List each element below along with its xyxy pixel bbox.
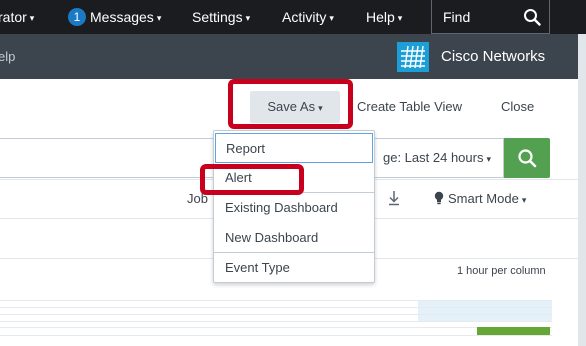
menu-item-report[interactable]: Report bbox=[215, 133, 373, 163]
timeline-event-bar[interactable] bbox=[477, 327, 550, 335]
search-icon[interactable] bbox=[523, 8, 541, 26]
download-icon[interactable] bbox=[387, 190, 401, 206]
search-mode-menu[interactable]: Smart Mode ▾ bbox=[434, 180, 526, 219]
time-range-label: ge: Last 24 hours bbox=[383, 150, 484, 165]
timeline-gridline bbox=[0, 307, 552, 308]
create-table-view-button[interactable]: Create Table View bbox=[357, 91, 462, 123]
help-link[interactable]: elp bbox=[0, 34, 15, 79]
user-menu[interactable]: rator ▾ bbox=[0, 0, 34, 34]
chevron-down-icon: ▾ bbox=[156, 13, 162, 23]
close-button[interactable]: Close bbox=[501, 91, 534, 123]
menu-item-existing-dashboard[interactable]: Existing Dashboard bbox=[215, 193, 373, 223]
timeline-gridline bbox=[0, 321, 552, 322]
chevron-down-icon: ▾ bbox=[486, 154, 491, 164]
app-logo-icon bbox=[397, 42, 429, 72]
messages-count-badge: 1 bbox=[68, 8, 86, 26]
run-search-button[interactable] bbox=[504, 138, 550, 178]
activity-label: Activity bbox=[282, 9, 327, 25]
user-menu-label: rator bbox=[0, 9, 27, 25]
search-icon bbox=[518, 149, 537, 168]
save-as-menu: Report Alert Existing Dashboard New Dash… bbox=[213, 130, 375, 283]
time-range-picker[interactable]: ge: Last 24 hours ▾ bbox=[355, 138, 504, 178]
timeline-scale-label[interactable]: 1 hour per column bbox=[457, 265, 546, 277]
chevron-down-icon: ▾ bbox=[521, 195, 527, 205]
find-input-label: Find bbox=[443, 9, 471, 25]
lightbulb-icon bbox=[434, 191, 444, 205]
timeline-gridline bbox=[0, 335, 552, 336]
messages-label: Messages bbox=[90, 9, 154, 25]
timeline-gridline bbox=[0, 314, 552, 315]
timeline-gridline bbox=[0, 300, 552, 301]
scrollbar[interactable] bbox=[578, 34, 586, 346]
app-name[interactable]: Cisco Networks bbox=[441, 34, 545, 79]
chevron-down-icon: ▾ bbox=[397, 13, 403, 23]
menu-item-event-type[interactable]: Event Type bbox=[215, 253, 373, 283]
top-nav-bar: rator ▾ 1 Messages ▾ Settings ▾ Activity ▾ He… bbox=[0, 0, 586, 34]
help-menu[interactable]: Help ▾ bbox=[366, 0, 402, 34]
menu-item-new-dashboard[interactable]: New Dashboard bbox=[215, 223, 373, 253]
timeline-gridline bbox=[0, 327, 552, 328]
settings-label: Settings bbox=[192, 9, 243, 25]
chevron-down-icon: ▾ bbox=[245, 13, 251, 23]
activity-menu[interactable]: Activity ▾ bbox=[282, 0, 334, 34]
chevron-down-icon: ▾ bbox=[29, 13, 35, 23]
chevron-down-icon: ▾ bbox=[329, 13, 334, 23]
find-search-box[interactable]: Find bbox=[431, 0, 550, 34]
save-as-highlight bbox=[228, 79, 353, 129]
messages-menu[interactable]: 1 Messages ▾ bbox=[68, 0, 161, 34]
alert-highlight bbox=[200, 164, 304, 195]
app-bar: elp Cisco Networks bbox=[0, 34, 586, 79]
settings-menu[interactable]: Settings ▾ bbox=[192, 0, 250, 34]
help-label: Help bbox=[366, 9, 395, 25]
timeline-selection bbox=[418, 301, 552, 321]
smart-mode-label: Smart Mode bbox=[448, 191, 519, 206]
